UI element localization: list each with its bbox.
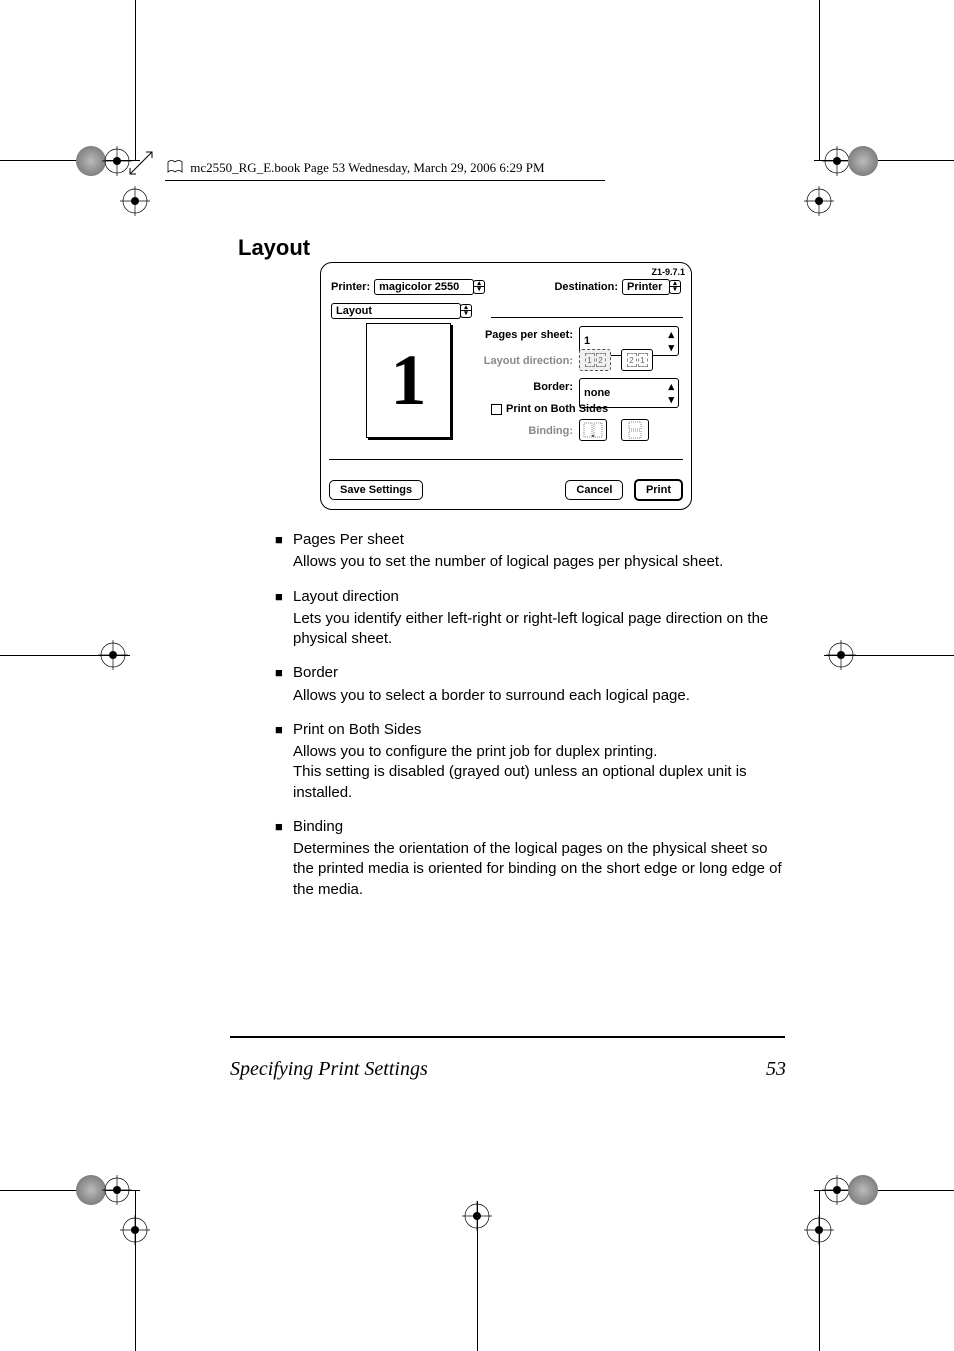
bullet-title: Print on Both Sides: [293, 720, 783, 740]
print-both-sides-label: Print on Both Sides: [506, 403, 608, 415]
registration-mark-icon: [462, 1201, 492, 1231]
dialog-version: Z1-9.7.1: [651, 267, 685, 277]
layout-preview: 1: [366, 323, 451, 438]
divider: [329, 459, 683, 460]
bullet-icon: [275, 720, 293, 803]
bullet-title: Pages Per sheet: [293, 530, 783, 550]
divider: [491, 317, 683, 318]
footer-rule: [230, 1036, 785, 1038]
registration-shade-icon: [848, 1175, 878, 1205]
registration-mark-icon: [120, 186, 150, 216]
pages-per-sheet-value: 1: [584, 335, 590, 347]
layout-direction-label: Layout direction:: [473, 355, 573, 367]
registration-mark-icon: [804, 186, 834, 216]
mini-page-icon: 1: [585, 353, 595, 367]
destination-label: Destination:: [554, 281, 618, 293]
cancel-button[interactable]: Cancel: [565, 480, 623, 500]
bullet-body: Allows you to configure the print job fo…: [293, 742, 783, 803]
layout-direction-rl-button[interactable]: 2 1: [621, 349, 653, 371]
print-button[interactable]: Print: [634, 479, 683, 501]
mini-page-icon: 1: [638, 353, 648, 367]
registration-mark-icon: [102, 1175, 132, 1205]
layout-direction-lr-button[interactable]: 1 2: [579, 349, 611, 371]
panel-value: Layout: [336, 305, 372, 317]
bullet-title: Border: [293, 663, 783, 683]
registration-mark-icon: [826, 640, 856, 670]
checkbox-icon: [491, 404, 502, 415]
bullet-title: Binding: [293, 817, 783, 837]
crop-line: [819, 0, 820, 160]
chevron-updown-icon: ▴▾: [668, 380, 674, 406]
bullet-title: Layout direction: [293, 587, 783, 607]
printer-select[interactable]: magicolor 2550: [374, 279, 474, 295]
mini-page-icon: 2: [627, 353, 637, 367]
print-dialog: Z1-9.7.1 Printer: magicolor 2550 ▴▾ Dest…: [320, 262, 692, 510]
border-label: Border:: [473, 381, 573, 393]
binding-long-icon: [583, 422, 603, 438]
mini-page-icon: 2: [596, 353, 606, 367]
document-header: mc2550_RG_E.book Page 53 Wednesday, Marc…: [165, 158, 605, 181]
stepper-icon[interactable]: ▴▾: [460, 304, 472, 318]
preview-glyph: 1: [391, 339, 427, 422]
binding-long-edge-button[interactable]: [579, 419, 607, 441]
destination-select[interactable]: Printer: [622, 279, 670, 295]
stepper-icon[interactable]: ▴▾: [669, 280, 681, 294]
binding-short-edge-button[interactable]: [621, 419, 649, 441]
printer-value: magicolor 2550: [379, 281, 459, 293]
book-icon: [167, 160, 183, 178]
bullet-body: Determines the orientation of the logica…: [293, 839, 783, 900]
registration-mark-icon: [804, 1215, 834, 1245]
bullet-list: Pages Per sheet Allows you to set the nu…: [275, 530, 783, 914]
bullet-icon: [275, 817, 293, 900]
list-item: Border Allows you to select a border to …: [275, 663, 783, 706]
page-number: 53: [766, 1058, 786, 1081]
panel-select[interactable]: Layout: [331, 303, 461, 319]
print-both-sides-checkbox[interactable]: Print on Both Sides: [491, 403, 608, 415]
footer-text: Specifying Print Settings: [230, 1058, 428, 1081]
bullet-icon: [275, 530, 293, 573]
section-title: Layout: [238, 235, 310, 261]
registration-mark-icon: [120, 1215, 150, 1245]
bullet-body: Lets you identify either left-right or r…: [293, 609, 783, 650]
binding-short-icon: [628, 421, 642, 439]
list-item: Binding Determines the orientation of th…: [275, 817, 783, 900]
list-item: Pages Per sheet Allows you to set the nu…: [275, 530, 783, 573]
list-item: Layout direction Lets you identify eithe…: [275, 587, 783, 650]
destination-value: Printer: [627, 281, 662, 293]
list-item: Print on Both Sides Allows you to config…: [275, 720, 783, 803]
bullet-icon: [275, 663, 293, 706]
header-path-text: mc2550_RG_E.book Page 53 Wednesday, Marc…: [190, 160, 544, 175]
bullet-body: Allows you to select a border to surroun…: [293, 686, 783, 706]
crop-line: [135, 0, 136, 160]
save-settings-button[interactable]: Save Settings: [329, 480, 423, 500]
registration-arrow-icon: [126, 148, 156, 178]
binding-label: Binding:: [473, 425, 573, 437]
pages-per-sheet-label: Pages per sheet:: [473, 329, 573, 341]
printer-label: Printer:: [331, 281, 370, 293]
registration-shade-icon: [848, 146, 878, 176]
bullet-icon: [275, 587, 293, 650]
border-value: none: [584, 387, 610, 399]
chevron-updown-icon: ▴▾: [668, 328, 674, 354]
registration-mark-icon: [98, 640, 128, 670]
stepper-icon[interactable]: ▴▾: [473, 280, 485, 294]
bullet-body: Allows you to set the number of logical …: [293, 552, 783, 572]
